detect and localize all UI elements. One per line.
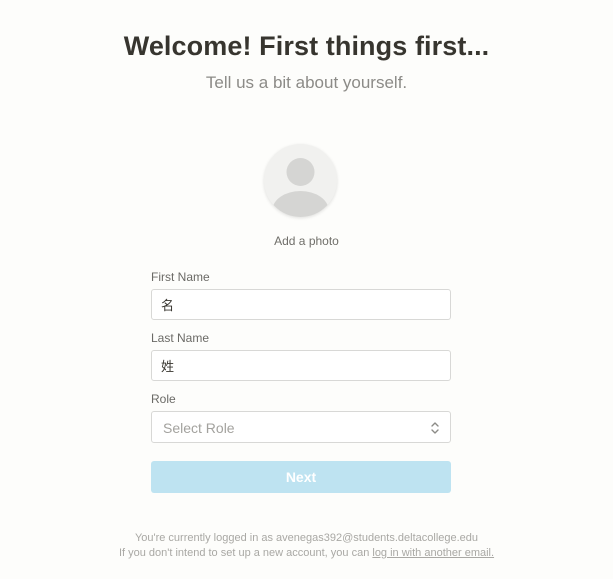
login-other-email-link[interactable]: log in with another email.: [372, 547, 494, 559]
first-name-input[interactable]: [151, 289, 451, 320]
first-name-label: First Name: [151, 270, 210, 284]
select-arrows-icon: [431, 422, 439, 434]
first-name-field-group: First Name: [151, 270, 451, 320]
last-name-label: Last Name: [151, 331, 210, 345]
logged-in-as-text: You're currently logged in as avenegas39…: [134, 532, 479, 544]
last-name-field-group: Last Name: [151, 331, 451, 381]
avatar-placeholder-icon: [272, 158, 329, 217]
last-name-input[interactable]: [151, 350, 451, 381]
onboarding-page: Welcome! First things first... Tell us a…: [0, 0, 613, 579]
add-photo-link[interactable]: Add a photo: [0, 234, 613, 248]
role-select[interactable]: Select Role: [151, 411, 451, 443]
next-button[interactable]: Next: [151, 461, 451, 493]
role-field-group: Role Select Role: [151, 392, 451, 443]
page-subtitle: Tell us a bit about yourself.: [205, 73, 408, 92]
switch-account-text: If you don't intend to set up a new acco…: [0, 546, 613, 561]
role-select-placeholder: Select Role: [163, 420, 235, 436]
page-title: Welcome! First things first...: [123, 31, 490, 61]
switch-account-prefix: If you don't intend to set up a new acco…: [118, 547, 373, 559]
avatar-upload[interactable]: [264, 144, 337, 217]
login-notice: You're currently logged in as avenegas39…: [0, 531, 613, 561]
role-label: Role: [151, 392, 176, 406]
profile-form: First Name Last Name Role Select Role: [151, 270, 451, 454]
